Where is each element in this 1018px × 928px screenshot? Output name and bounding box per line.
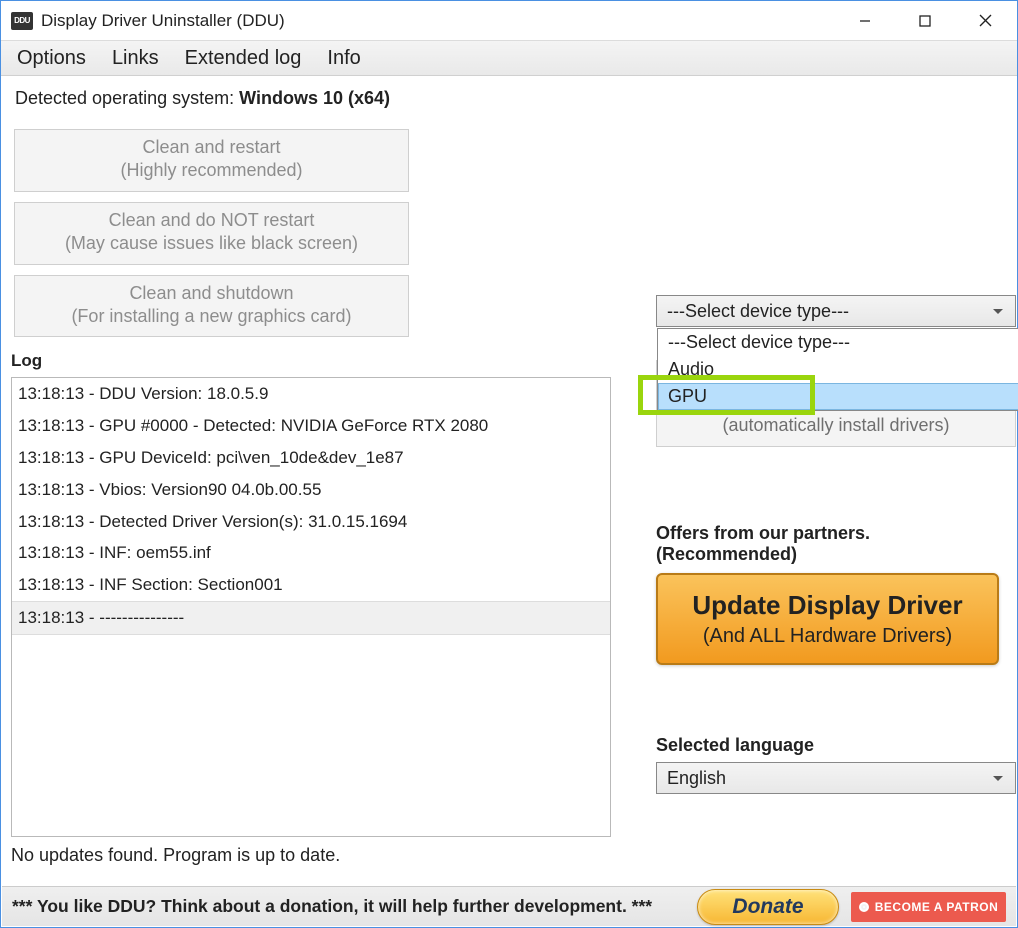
log-line: 13:18:13 - GPU #0000 - Detected: NVIDIA …	[12, 410, 610, 442]
log-line: 13:18:13 - GPU DeviceId: pci\ven_10de&de…	[12, 442, 610, 474]
status-line: No updates found. Program is up to date.	[11, 845, 611, 866]
menu-info[interactable]: Info	[314, 41, 373, 76]
patreon-icon	[859, 902, 869, 912]
device-type-selected: ---Select device type---	[667, 301, 849, 322]
detected-os-value: Windows 10 (x64)	[239, 88, 390, 108]
log-line: 13:18:13 - Vbios: Version90 04.0b.00.55	[12, 474, 610, 506]
close-button[interactable]	[955, 1, 1015, 41]
footer-bar: *** You like DDU? Think about a donation…	[2, 886, 1016, 926]
minimize-button[interactable]	[835, 1, 895, 41]
log-line: 13:18:13 - Detected Driver Version(s): 3…	[12, 506, 610, 538]
clean-restart-line1: Clean and restart	[142, 137, 280, 157]
title-bar: DDU Display Driver Uninstaller (DDU)	[1, 1, 1017, 41]
device-type-option-placeholder[interactable]: ---Select device type---	[658, 329, 1018, 356]
maximize-button[interactable]	[895, 1, 955, 41]
footer-text: *** You like DDU? Think about a donation…	[12, 896, 652, 917]
device-type-option-gpu[interactable]: GPU	[658, 383, 1018, 410]
log-line: 13:18:13 - INF: oem55.inf	[12, 537, 610, 569]
clean-no-restart-line1: Clean and do NOT restart	[109, 210, 315, 230]
device-type-option-audio[interactable]: Audio	[658, 356, 1018, 383]
clean-no-restart-button[interactable]: Clean and do NOT restart (May cause issu…	[14, 202, 409, 265]
log-line: 13:18:13 - DDU Version: 18.0.5.9	[12, 378, 610, 410]
menu-bar: Options Links Extended log Info	[1, 41, 1017, 76]
restore-default-line2: (automatically install drivers)	[722, 415, 949, 435]
update-display-driver-button[interactable]: Update Display Driver (And ALL Hardware …	[656, 573, 999, 665]
clean-restart-line2: (Highly recommended)	[15, 159, 408, 182]
patron-button[interactable]: BECOME A PATRON	[851, 892, 1006, 922]
log-title: Log	[11, 351, 611, 371]
clean-restart-button[interactable]: Clean and restart (Highly recommended)	[14, 129, 409, 192]
menu-links[interactable]: Links	[99, 41, 172, 76]
log-line: 13:18:13 - ---------------	[12, 601, 610, 635]
menu-options[interactable]: Options	[4, 41, 99, 76]
device-type-select[interactable]: ---Select device type--- ---Select devic…	[656, 295, 1016, 327]
clean-shutdown-button[interactable]: Clean and shutdown (For installing a new…	[14, 275, 409, 338]
update-line2: (And ALL Hardware Drivers)	[658, 625, 997, 648]
detected-os: Detected operating system: Windows 10 (x…	[15, 88, 1007, 109]
menu-extended-log[interactable]: Extended log	[172, 41, 315, 76]
update-line1: Update Display Driver	[658, 590, 997, 621]
clean-shutdown-line2: (For installing a new graphics card)	[15, 305, 408, 328]
patron-label: BECOME A PATRON	[875, 900, 999, 914]
donate-button[interactable]: Donate	[697, 889, 839, 925]
donate-label: Donate	[732, 895, 803, 919]
device-type-dropdown: ---Select device type--- Audio GPU	[657, 328, 1018, 411]
language-value: English	[667, 768, 726, 789]
language-title: Selected language	[656, 735, 1016, 756]
window-title: Display Driver Uninstaller (DDU)	[41, 11, 285, 31]
log-box[interactable]: 13:18:13 - DDU Version: 18.0.5.9 13:18:1…	[11, 377, 611, 837]
language-select[interactable]: English	[656, 762, 1016, 794]
log-line: 13:18:13 - INF Section: Section001	[12, 569, 610, 601]
clean-shutdown-line1: Clean and shutdown	[129, 283, 293, 303]
detected-os-label: Detected operating system:	[15, 88, 239, 108]
app-icon: DDU	[11, 12, 33, 30]
partners-title: Offers from our partners. (Recommended)	[656, 523, 1016, 565]
clean-no-restart-line2: (May cause issues like black screen)	[15, 232, 408, 255]
